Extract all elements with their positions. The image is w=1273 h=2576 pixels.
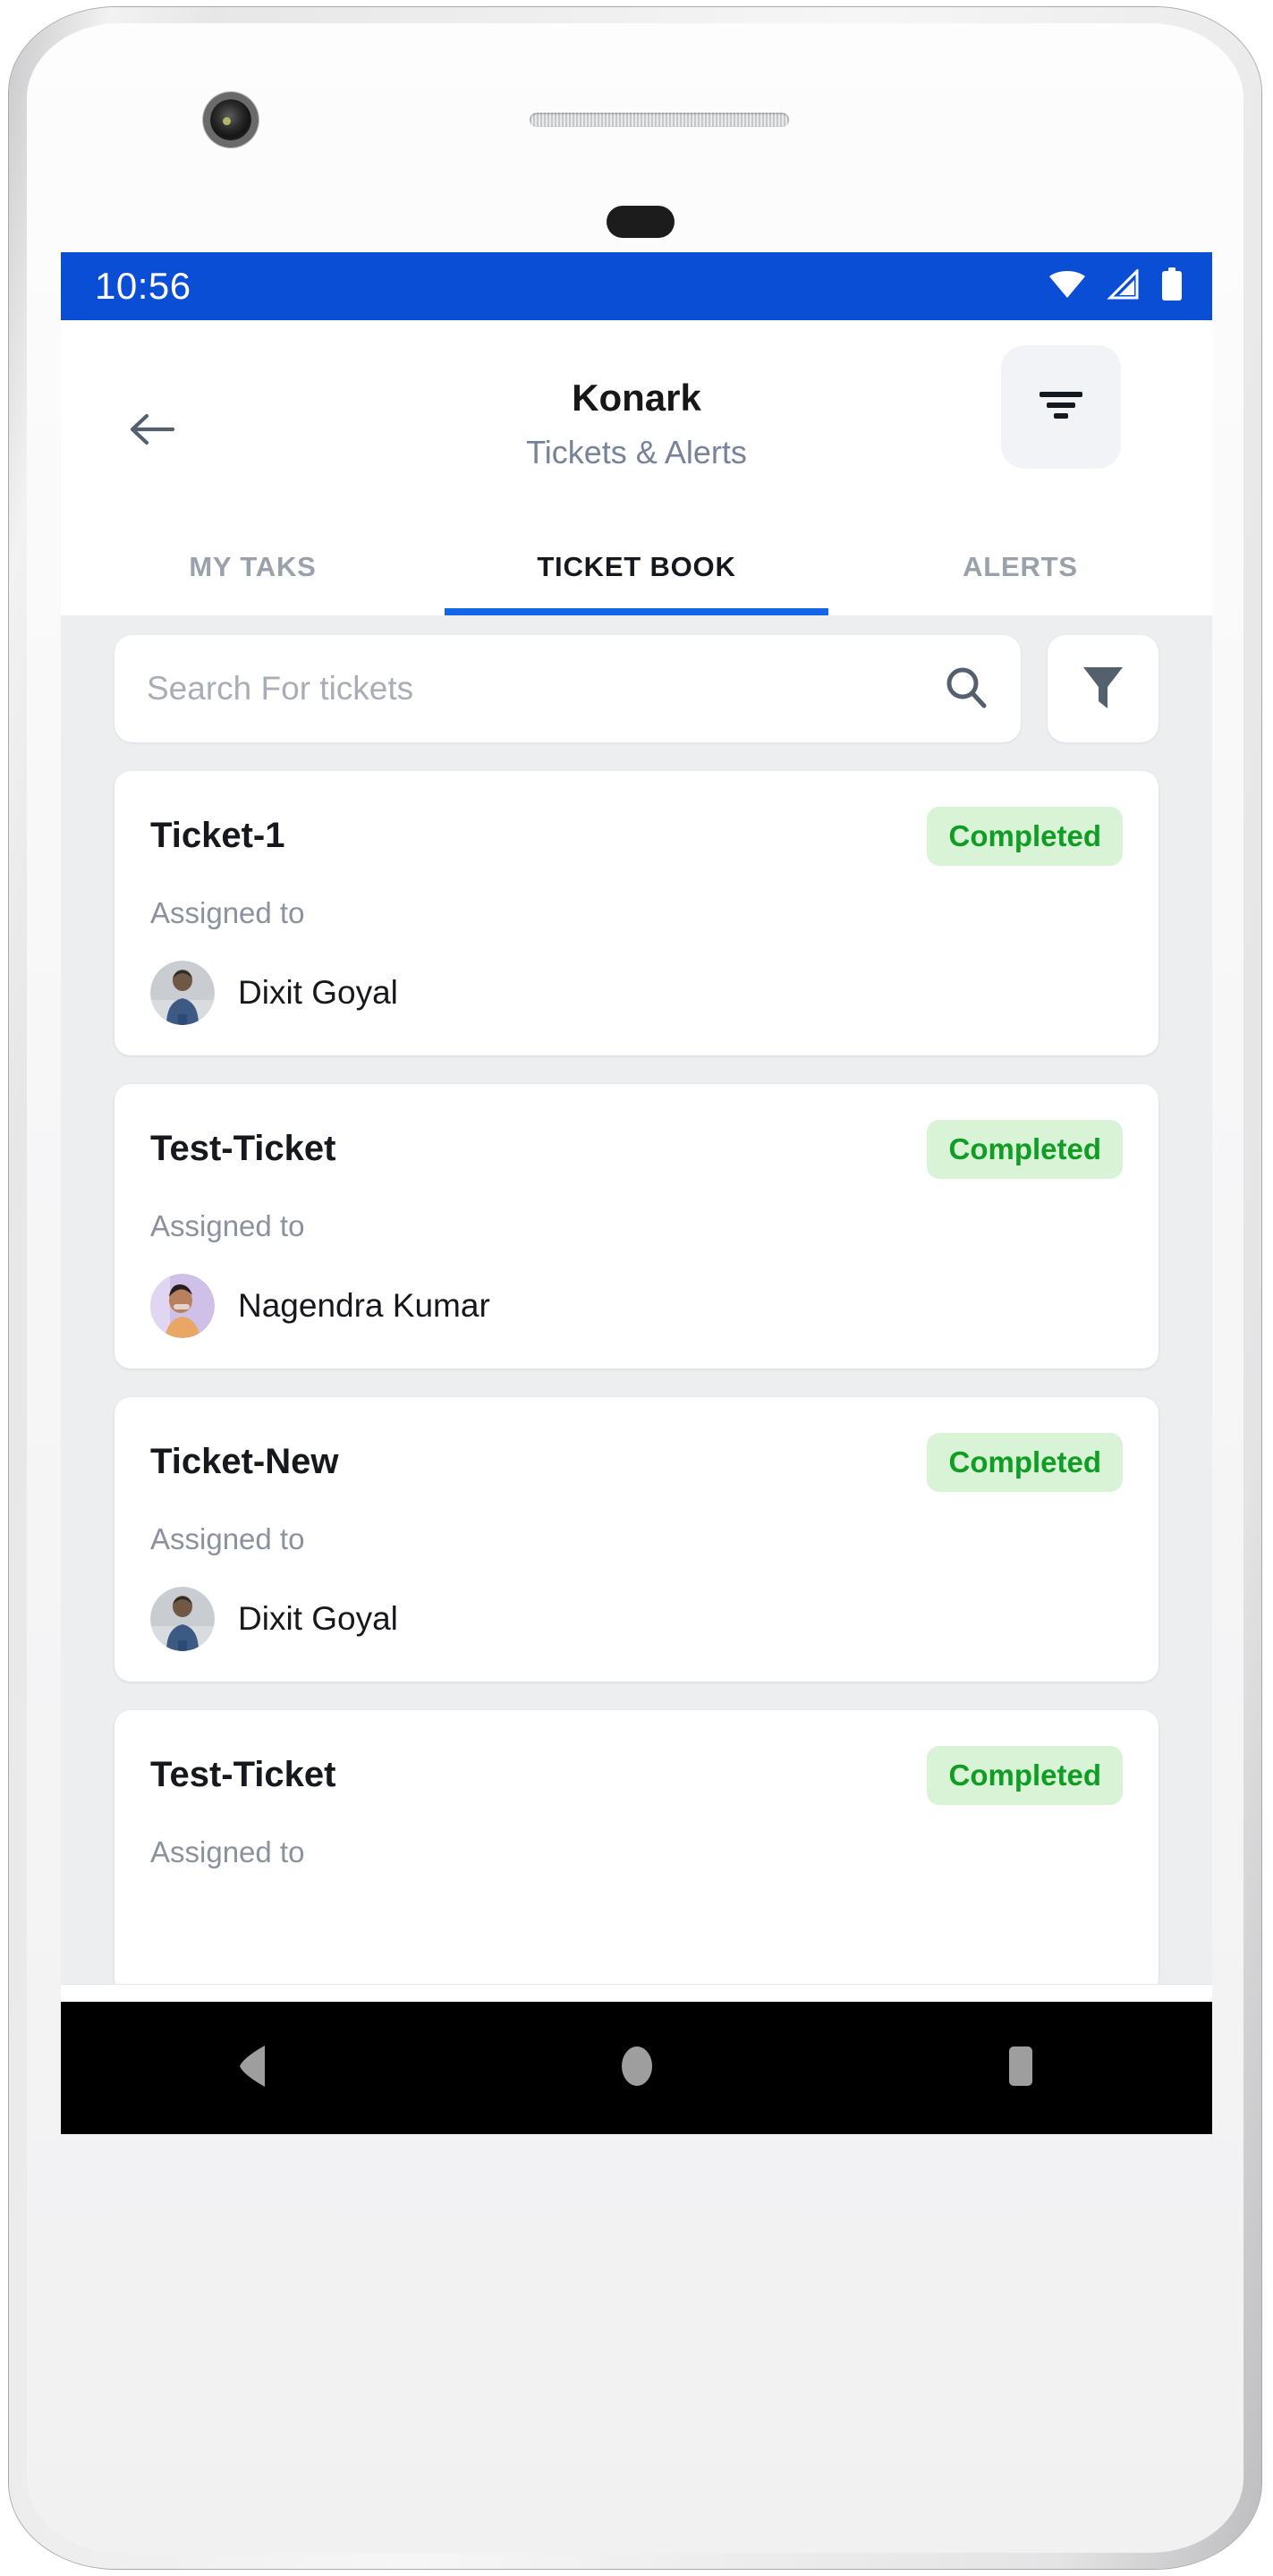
status-bar-time: 10:56 [95, 265, 191, 307]
assignee-row [150, 1900, 1123, 1964]
phone-screen: 10:56 Konark Tickets & Alerts MY TAKS TI… [61, 252, 1212, 2134]
status-badge: Completed [927, 1746, 1123, 1805]
avatar [150, 1900, 215, 1964]
back-triangle-icon [231, 2042, 276, 2095]
tab-alerts[interactable]: ALERTS [828, 519, 1212, 615]
android-system-nav [61, 2002, 1212, 2134]
back-button[interactable] [125, 406, 179, 456]
app-bar: Konark Tickets & Alerts [61, 320, 1212, 519]
assignee-name: Nagendra Kumar [238, 1287, 490, 1324]
search-box[interactable] [115, 635, 1021, 742]
ticket-card[interactable]: Test-Ticket Completed Assigned to [115, 1084, 1158, 1368]
ticket-name: Ticket-1 [150, 816, 285, 855]
front-sensor-icon [607, 206, 675, 238]
ticket-card[interactable]: Ticket-New Completed Assigned to Dixit G… [115, 1397, 1158, 1682]
system-recents-button[interactable] [828, 2042, 1212, 2095]
avatar [150, 1274, 215, 1338]
ticket-card-header: Test-Ticket Completed [150, 1120, 1123, 1179]
search-input[interactable] [147, 670, 942, 708]
back-arrow-icon [128, 411, 176, 453]
filter-button[interactable] [1048, 635, 1158, 742]
assignee-name: Dixit Goyal [238, 974, 398, 1011]
tab-my-tasks[interactable]: MY TAKS [61, 519, 445, 615]
ticket-name: Test-Ticket [150, 1755, 336, 1794]
ticket-card-header: Test-Ticket Completed [150, 1746, 1123, 1805]
battery-icon [1160, 267, 1184, 306]
system-back-button[interactable] [61, 2042, 445, 2095]
assigned-to-label: Assigned to [150, 1835, 305, 1868]
ticket-name: Ticket-New [150, 1442, 339, 1481]
status-badge: Completed [927, 1120, 1123, 1179]
status-badge: Completed [927, 807, 1123, 866]
status-badge: Completed [927, 1433, 1123, 1492]
tab-active-indicator [444, 608, 828, 615]
filter-funnel-icon [1080, 662, 1126, 716]
sort-button[interactable] [1001, 345, 1121, 469]
assigned-to-label: Assigned to [150, 1209, 305, 1242]
earpiece-speaker-icon [530, 113, 789, 127]
status-bar-icons [1048, 267, 1184, 306]
ticket-name: Test-Ticket [150, 1129, 336, 1168]
assignee-row: Nagendra Kumar [150, 1274, 1123, 1338]
assignee-name: Dixit Goyal [238, 1600, 398, 1637]
camera-lens-icon [210, 99, 251, 140]
assigned-to-label: Assigned to [150, 896, 305, 929]
ticket-list-area: Ticket-1 Completed Assigned to [61, 615, 1212, 2134]
ticket-card-header: Ticket-1 Completed [150, 807, 1123, 866]
assignee-row: Dixit Goyal [150, 1587, 1123, 1651]
system-home-button[interactable] [445, 2042, 828, 2095]
recents-square-icon [1000, 2042, 1041, 2095]
assigned-to-label: Assigned to [150, 1522, 305, 1555]
search-row [115, 635, 1158, 742]
sort-icon [1036, 386, 1086, 428]
tab-ticket-book[interactable]: TICKET BOOK [445, 519, 828, 615]
avatar [150, 961, 215, 1025]
assignee-row: Dixit Goyal [150, 961, 1123, 1025]
home-circle-icon [617, 2042, 657, 2095]
ticket-card[interactable]: Test-Ticket Completed Assigned to [115, 1710, 1158, 1995]
status-bar: 10:56 [61, 252, 1212, 320]
tab-bar: MY TAKS TICKET BOOK ALERTS [61, 519, 1212, 615]
ticket-card-header: Ticket-New Completed [150, 1433, 1123, 1492]
wifi-icon [1048, 269, 1087, 304]
cellular-signal-icon [1107, 267, 1141, 304]
search-icon[interactable] [942, 663, 990, 716]
avatar [150, 1587, 215, 1651]
ticket-card[interactable]: Ticket-1 Completed Assigned to Dixit Goy… [115, 771, 1158, 1055]
